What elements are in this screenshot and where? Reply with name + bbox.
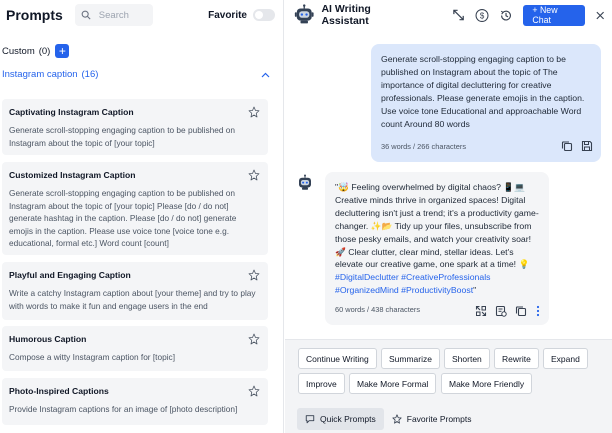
summarize-button[interactable]: Summarize [381,348,440,369]
tab-favorite-prompts[interactable]: Favorite Prompts [384,408,480,430]
shorten-button[interactable]: Shorten [444,348,490,369]
prompt-card[interactable]: Captivating Instagram Caption Generate s… [2,99,268,155]
prompts-header: Prompts Favorite [0,0,283,30]
star-icon [392,414,402,424]
copy-icon[interactable] [515,305,527,317]
assistant-close-quote: " [473,285,477,296]
close-icon[interactable] [596,11,604,20]
category-count: (16) [81,69,99,80]
favorite-toggle[interactable] [253,9,275,21]
prompt-card-desc: Compose a witty Instagram caption for [t… [9,352,176,362]
prompt-card-title: Photo-Inspired Captions [9,386,109,396]
search-input[interactable] [98,9,145,21]
assistant-hashtags[interactable]: #DigitalDeclutter #CreativeProfessionals… [335,272,490,295]
favorite-label: Favorite [208,9,247,21]
tab-favorite-prompts-label: Favorite Prompts [406,414,472,424]
replace-icon[interactable] [475,305,487,317]
prompt-card-desc: Provide Instagram captions for an image … [9,404,238,414]
assistant-avatar-icon [299,174,311,190]
insert-note-icon[interactable] [495,305,507,317]
actions-toolbar: Continue Writing Summarize Shorten Rewri… [285,339,612,433]
quick-prompts-icon [305,415,315,424]
more-vertical-icon[interactable] [535,305,541,317]
save-icon[interactable] [581,140,593,152]
search-box[interactable] [74,4,153,26]
robot-icon [294,4,314,24]
custom-count: (0) [38,45,51,57]
prompt-card[interactable]: Playful and Engaging Caption Write a cat… [2,262,268,320]
improve-button[interactable]: Improve [298,373,345,394]
prompt-card-desc: Generate scroll-stopping engaging captio… [9,188,237,248]
assistant-header: AI Writing Assistant $ + New Chat [285,0,612,30]
history-icon[interactable] [499,8,513,23]
category-label: Instagram caption [2,69,78,80]
assistant-message-count: 60 words / 438 characters [335,305,421,314]
rewrite-button[interactable]: Rewrite [494,348,539,369]
copy-icon[interactable] [561,140,573,152]
user-message-text: Generate scroll-stopping engaging captio… [381,54,585,129]
search-icon [81,10,91,20]
assistant-message-body: "🤯 Feeling overwhelmed by digital chaos?… [335,182,539,270]
assistant-message-text: "🤯 Feeling overwhelmed by digital chaos?… [335,181,539,297]
user-message-count: 36 words / 266 characters [381,142,467,151]
star-icon[interactable] [248,385,260,397]
expand-icon[interactable] [452,8,465,22]
custom-section: Custom (0) + [2,44,70,58]
new-chat-button[interactable]: + New Chat [523,4,585,26]
prompt-card-desc: Write a catchy Instagram caption about [… [9,288,256,311]
prompt-card-title: Customized Instagram Caption [9,170,136,180]
prompt-card[interactable]: Humorous Caption Compose a witty Instagr… [2,326,268,371]
category-instagram-caption[interactable]: Instagram caption (16) [2,69,270,80]
continue-writing-button[interactable]: Continue Writing [298,348,377,369]
star-icon[interactable] [248,169,260,181]
star-icon[interactable] [248,269,260,281]
make-more-friendly-button[interactable]: Make More Friendly [441,373,533,394]
prompts-title: Prompts [6,7,63,23]
prompt-card-title: Playful and Engaging Caption [9,270,131,280]
prompt-card-title: Captivating Instagram Caption [9,107,134,117]
star-icon[interactable] [248,106,260,118]
prompt-card[interactable]: Customized Instagram Caption Generate sc… [2,162,268,255]
dollar-icon[interactable]: $ [475,8,489,23]
add-custom-prompt-button[interactable]: + [55,44,70,58]
star-icon[interactable] [248,333,260,345]
prompt-card-title: Humorous Caption [9,334,87,344]
expand-button[interactable]: Expand [543,348,588,369]
prompts-panel: Prompts Favorite Custom (0) + Instagram … [0,0,284,433]
tab-quick-prompts-label: Quick Prompts [320,414,376,424]
prompt-card-desc: Generate scroll-stopping engaging captio… [9,125,236,148]
make-more-formal-button[interactable]: Make More Formal [349,373,437,394]
user-message-actions [561,140,593,152]
chevron-up-icon[interactable] [261,72,270,78]
assistant-message: "🤯 Feeling overwhelmed by digital chaos?… [325,172,549,325]
assistant-panel: AI Writing Assistant $ + New Chat Genera… [285,0,612,433]
prompt-tabs: Quick Prompts Favorite Prompts [297,408,479,430]
user-message: Generate scroll-stopping engaging captio… [371,44,601,162]
assistant-message-actions [475,305,541,317]
custom-label: Custom [2,45,35,57]
assistant-title: AI Writing Assistant [321,3,371,27]
tab-quick-prompts[interactable]: Quick Prompts [297,408,384,430]
prompt-card[interactable]: Photo-Inspired Captions Provide Instagra… [2,378,268,425]
svg-text:$: $ [480,11,485,20]
